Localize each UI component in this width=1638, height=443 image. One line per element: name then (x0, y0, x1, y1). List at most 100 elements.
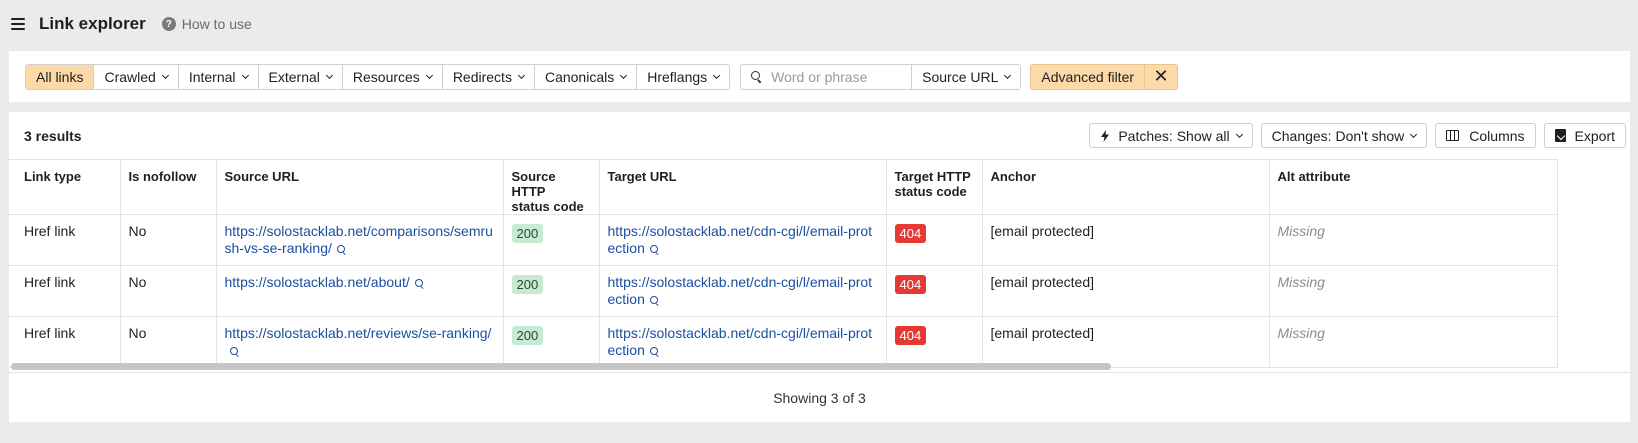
cell-target-url: https://solostacklab.net/cdn-cgi/l/email… (599, 316, 887, 368)
search-input[interactable] (771, 68, 912, 85)
status-badge: 404 (894, 224, 927, 243)
cell-alt-attribute: Missing (1269, 214, 1558, 266)
cell-source-status: 200 (503, 265, 600, 317)
zoom-icon[interactable] (336, 245, 346, 254)
chevron-down-icon (517, 71, 525, 79)
target-url-link[interactable]: https://solostacklab.net/cdn-cgi/l/email… (608, 274, 873, 307)
source-url-link[interactable]: https://solostacklab.net/reviews/se-rank… (225, 325, 492, 341)
patches-button[interactable]: Patches: Show all (1089, 123, 1253, 148)
search-field-select[interactable]: Source URL (912, 64, 1021, 89)
status-badge: 404 (894, 326, 927, 345)
source-url-link[interactable]: https://solostacklab.net/about/ (225, 274, 410, 290)
zoom-icon[interactable] (649, 296, 659, 305)
cell-is-nofollow: No (120, 265, 217, 317)
link-type-filter-group: All links Crawled Internal External Reso… (25, 63, 731, 90)
pagination-summary: Showing 3 of 3 (773, 390, 866, 406)
filter-canonicals[interactable]: Canonicals (534, 64, 638, 89)
chevron-down-icon (1004, 71, 1012, 79)
help-icon: ? (161, 17, 176, 31)
zoom-icon[interactable] (649, 347, 659, 356)
cell-alt-attribute: Missing (1269, 265, 1558, 317)
cell-source-url: https://solostacklab.net/comparisons/sem… (216, 214, 504, 266)
chevron-down-icon (1235, 130, 1243, 138)
scrollbar-thumb[interactable] (11, 363, 1111, 370)
filter-external[interactable]: External (258, 64, 343, 89)
search-group: Source URL (740, 63, 1022, 90)
table-row: Href link No https://solostacklab.net/co… (9, 214, 1558, 266)
cell-alt-attribute: Missing (1269, 316, 1558, 368)
status-badge: 404 (894, 275, 927, 294)
chevron-down-icon (161, 71, 169, 79)
zoom-icon[interactable] (229, 347, 239, 356)
status-badge: 200 (511, 326, 544, 345)
chevron-down-icon (241, 71, 249, 79)
cell-link-type: Href link (9, 265, 121, 317)
table-row: Href link No https://solostacklab.net/re… (9, 316, 1558, 368)
hamburger-icon[interactable] (11, 18, 25, 30)
cell-target-url: https://solostacklab.net/cdn-cgi/l/email… (599, 214, 887, 266)
chevron-down-icon (425, 71, 433, 79)
cell-anchor: [email protected] (982, 316, 1270, 368)
column-header-link-type[interactable]: Link type (9, 159, 121, 215)
results-header: 3 results Patches: Show all Changes: Don… (9, 112, 1630, 159)
column-header-target-status[interactable]: Target HTTP status code (886, 159, 983, 215)
filter-all-links[interactable]: All links (26, 64, 95, 89)
changes-button[interactable]: Changes: Don't show (1260, 123, 1428, 148)
cell-is-nofollow: No (120, 316, 217, 368)
filter-internal[interactable]: Internal (178, 64, 259, 89)
cell-source-status: 200 (503, 316, 600, 368)
how-to-use-label: How to use (181, 16, 252, 32)
column-header-is-nofollow[interactable]: Is nofollow (120, 159, 217, 215)
target-url-link[interactable]: https://solostacklab.net/cdn-cgi/l/email… (608, 325, 873, 358)
columns-button[interactable]: Columns (1435, 123, 1536, 148)
close-icon[interactable]: ✕ (1145, 65, 1177, 89)
export-button[interactable]: Export (1543, 123, 1626, 148)
status-badge: 200 (511, 275, 544, 294)
table-header-row: Link type Is nofollow Source URL Source … (9, 159, 1558, 215)
results-table: Link type Is nofollow Source URL Source … (9, 159, 1558, 368)
target-url-link[interactable]: https://solostacklab.net/cdn-cgi/l/email… (608, 223, 873, 256)
column-header-anchor[interactable]: Anchor (982, 159, 1270, 215)
column-header-source-status[interactable]: Source HTTP status code (503, 159, 600, 215)
cell-anchor: [email protected] (982, 214, 1270, 266)
horizontal-scrollbar[interactable] (9, 361, 1630, 373)
search-box (741, 64, 913, 89)
filter-crawled[interactable]: Crawled (94, 64, 179, 89)
cell-link-type: Href link (9, 214, 121, 266)
chevron-down-icon (713, 71, 721, 79)
column-header-target-url[interactable]: Target URL (599, 159, 887, 215)
chevron-down-icon (620, 71, 628, 79)
chevron-down-icon (1410, 130, 1418, 138)
cell-source-status: 200 (503, 214, 600, 266)
results-actions: Patches: Show all Changes: Don't show Co… (1081, 123, 1626, 148)
top-bar: Link explorer ? How to use (0, 0, 1638, 48)
cell-is-nofollow: No (120, 214, 217, 266)
advanced-filter-button[interactable]: Advanced filter (1031, 64, 1146, 89)
cell-anchor: [email protected] (982, 265, 1270, 317)
search-icon (751, 71, 761, 82)
results-panel: 3 results Patches: Show all Changes: Don… (9, 112, 1630, 422)
cell-target-url: https://solostacklab.net/cdn-cgi/l/email… (599, 265, 887, 317)
source-url-link[interactable]: https://solostacklab.net/comparisons/sem… (225, 223, 493, 256)
zoom-icon[interactable] (649, 245, 659, 254)
filter-hreflangs[interactable]: Hreflangs (637, 64, 730, 89)
how-to-use-link[interactable]: ? How to use (161, 16, 252, 32)
filter-redirects[interactable]: Redirects (442, 64, 535, 89)
cell-source-url: https://solostacklab.net/about/ (216, 265, 504, 317)
column-header-source-url[interactable]: Source URL (216, 159, 504, 215)
results-count: 3 results (24, 127, 82, 144)
filter-panel: All links Crawled Internal External Reso… (9, 51, 1630, 102)
cell-source-url: https://solostacklab.net/reviews/se-rank… (216, 316, 504, 368)
cell-target-status: 404 (886, 316, 983, 368)
cell-target-status: 404 (886, 265, 983, 317)
cell-link-type: Href link (9, 316, 121, 368)
export-icon (1554, 129, 1566, 142)
table-row: Href link No https://solostacklab.net/ab… (9, 265, 1558, 317)
page-title: Link explorer (39, 14, 146, 33)
bolt-icon (1101, 129, 1110, 142)
zoom-icon[interactable] (414, 279, 424, 288)
advanced-filter-chip: Advanced filter ✕ (1030, 63, 1179, 90)
column-header-alt-attribute[interactable]: Alt attribute (1269, 159, 1558, 215)
filter-resources[interactable]: Resources (342, 64, 443, 89)
chevron-down-icon (325, 71, 333, 79)
